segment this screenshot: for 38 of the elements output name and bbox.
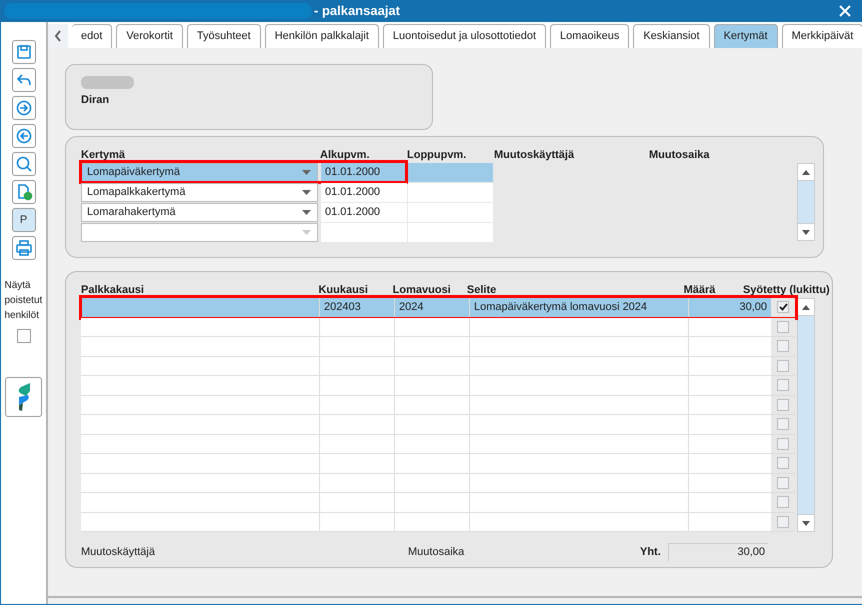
total-field: 30,00 bbox=[668, 543, 768, 561]
table-cell: 2024 bbox=[395, 298, 470, 316]
show-deleted-label: Näytä poistetut henkilöt bbox=[4, 279, 44, 323]
change-user-label: Muutoskäyttäjä bbox=[81, 544, 156, 560]
column-header: Palkkakausi bbox=[81, 282, 145, 298]
column-header: Alkupvm. bbox=[320, 148, 371, 162]
start-date-field[interactable]: 01.01.2000 bbox=[321, 203, 407, 222]
person-name: Diran bbox=[81, 93, 110, 108]
window-title: - palkansaajat bbox=[314, 2, 400, 20]
column-header: Selite bbox=[466, 282, 498, 298]
tab[interactable]: Verokortit bbox=[116, 24, 183, 48]
tab[interactable]: Merkkipäivät bbox=[782, 24, 862, 48]
column-header: Kertymä bbox=[81, 148, 126, 162]
accrual-type-dropdown[interactable]: Lomapäiväkertymä bbox=[81, 163, 318, 182]
column-header: Muutoskäyttäjä bbox=[494, 148, 576, 162]
tab[interactable]: Lomaoikeus bbox=[550, 24, 630, 48]
change-time-label: Muutosaika bbox=[408, 544, 466, 560]
column-header: Loppupvm. bbox=[407, 148, 468, 162]
accrual-type-dropdown[interactable]: Lomapalkkakertymä bbox=[81, 183, 318, 202]
tab[interactable]: Luontoisedut ja ulosottotiedot bbox=[382, 24, 546, 48]
p-button[interactable]: P bbox=[12, 208, 36, 232]
column-header: Määrä bbox=[684, 282, 716, 298]
table-cell: 30,00 bbox=[689, 298, 771, 316]
accrual-type-dropdown[interactable]: Lomarahakertymä bbox=[81, 203, 318, 222]
tab[interactable]: Työsuhteet bbox=[186, 24, 261, 48]
tab[interactable]: Henkilön palkkalajit bbox=[264, 24, 379, 48]
column-header: Kuukausi bbox=[318, 282, 369, 298]
table-cell: Lomapäiväkertymä lomavuosi 2024 bbox=[470, 298, 689, 316]
tab[interactable]: Keskiansiot bbox=[633, 24, 710, 48]
tab[interactable]: edot bbox=[72, 24, 112, 48]
tab[interactable]: Kertymät bbox=[714, 24, 778, 48]
start-date-field[interactable]: 01.01.2000 bbox=[321, 183, 407, 202]
total-label: Yht. bbox=[640, 544, 662, 560]
column-header: Muutosaika bbox=[649, 148, 711, 162]
start-date-field[interactable]: 01.01.2000 bbox=[321, 163, 407, 182]
column-header: Syötetty (lukittu) bbox=[742, 282, 831, 298]
column-header: Lomavuosi bbox=[392, 282, 452, 298]
table-cell: 202403 bbox=[320, 298, 395, 316]
